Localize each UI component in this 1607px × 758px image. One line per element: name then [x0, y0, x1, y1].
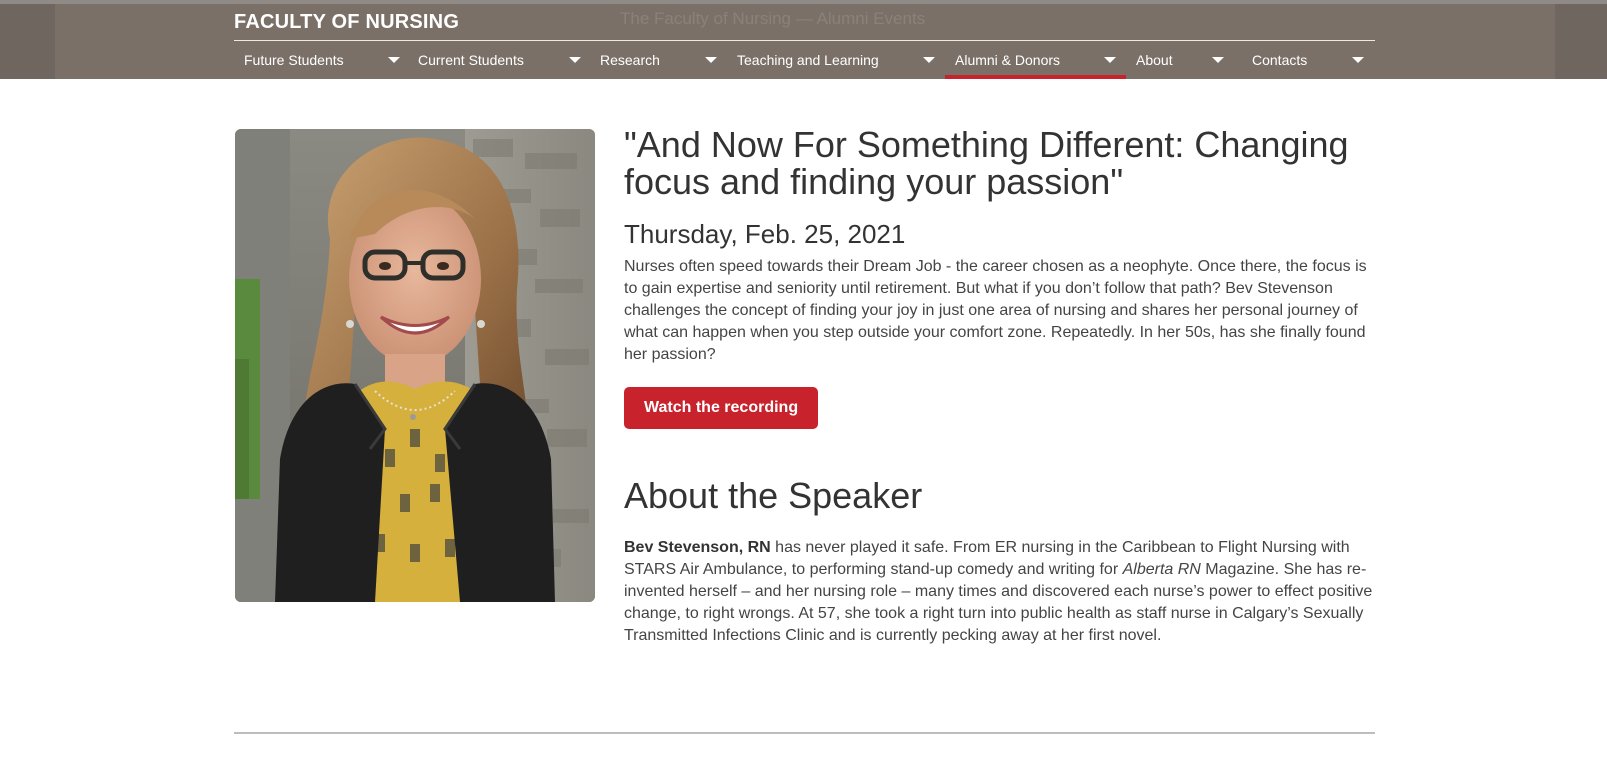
nav-item-label: Future Students — [244, 52, 344, 68]
nav-item-label: Current Students — [418, 52, 524, 68]
header-faded-tagline: The Faculty of Nursing — Alumni Events — [620, 9, 926, 28]
nav-item-research[interactable]: Research — [590, 41, 722, 79]
chevron-down-icon[interactable] — [569, 57, 581, 63]
watch-recording-button[interactable]: Watch the recording — [624, 387, 819, 429]
chevron-down-icon[interactable] — [388, 57, 400, 63]
chevron-down-icon[interactable] — [923, 57, 935, 63]
nav-item-alumni-donors[interactable]: Alumni & Donors — [945, 41, 1126, 79]
content-divider — [234, 732, 1375, 734]
event-content: "And Now For Something Different: Changi… — [624, 126, 1376, 647]
site-header: The Faculty of Nursing — Alumni Events F… — [0, 0, 1607, 79]
event-date: Thursday, Feb. 25, 2021 — [624, 219, 906, 249]
chevron-down-icon[interactable] — [1104, 57, 1116, 63]
main-nav: Future Students Current Students Researc… — [234, 41, 1375, 79]
chevron-down-icon[interactable] — [705, 57, 717, 63]
nav-item-future-students[interactable]: Future Students — [234, 41, 404, 79]
nav-item-about[interactable]: About — [1126, 41, 1239, 79]
speaker-photo — [235, 129, 595, 602]
nav-item-label: Alumni & Donors — [955, 52, 1061, 68]
nav-item-label: Contacts — [1252, 52, 1308, 68]
publication-name: Alberta RN — [1122, 561, 1201, 578]
speaker-heading: About the Speaker — [624, 475, 923, 516]
nav-item-label: Teaching and Learning — [737, 52, 879, 68]
event-description: Nurses often speed towards their Dream J… — [624, 258, 1367, 363]
faculty-title-link[interactable]: FACULTY OF NURSING — [234, 11, 459, 34]
speaker-bio: Bev Stevenson, RN has never played it sa… — [624, 537, 1376, 647]
speaker-name: Bev Stevenson, RN — [624, 539, 771, 556]
nav-item-label: Research — [600, 52, 660, 68]
event-title: "And Now For Something Different: Changi… — [624, 124, 1349, 202]
chevron-down-icon[interactable] — [1352, 57, 1364, 63]
nav-item-label: About — [1136, 52, 1173, 68]
nav-item-current-students[interactable]: Current Students — [408, 41, 586, 79]
nav-item-contacts[interactable]: Contacts — [1242, 41, 1375, 79]
chevron-down-icon[interactable] — [1212, 57, 1224, 63]
nav-item-teaching-and-learning[interactable]: Teaching and Learning — [727, 41, 941, 79]
